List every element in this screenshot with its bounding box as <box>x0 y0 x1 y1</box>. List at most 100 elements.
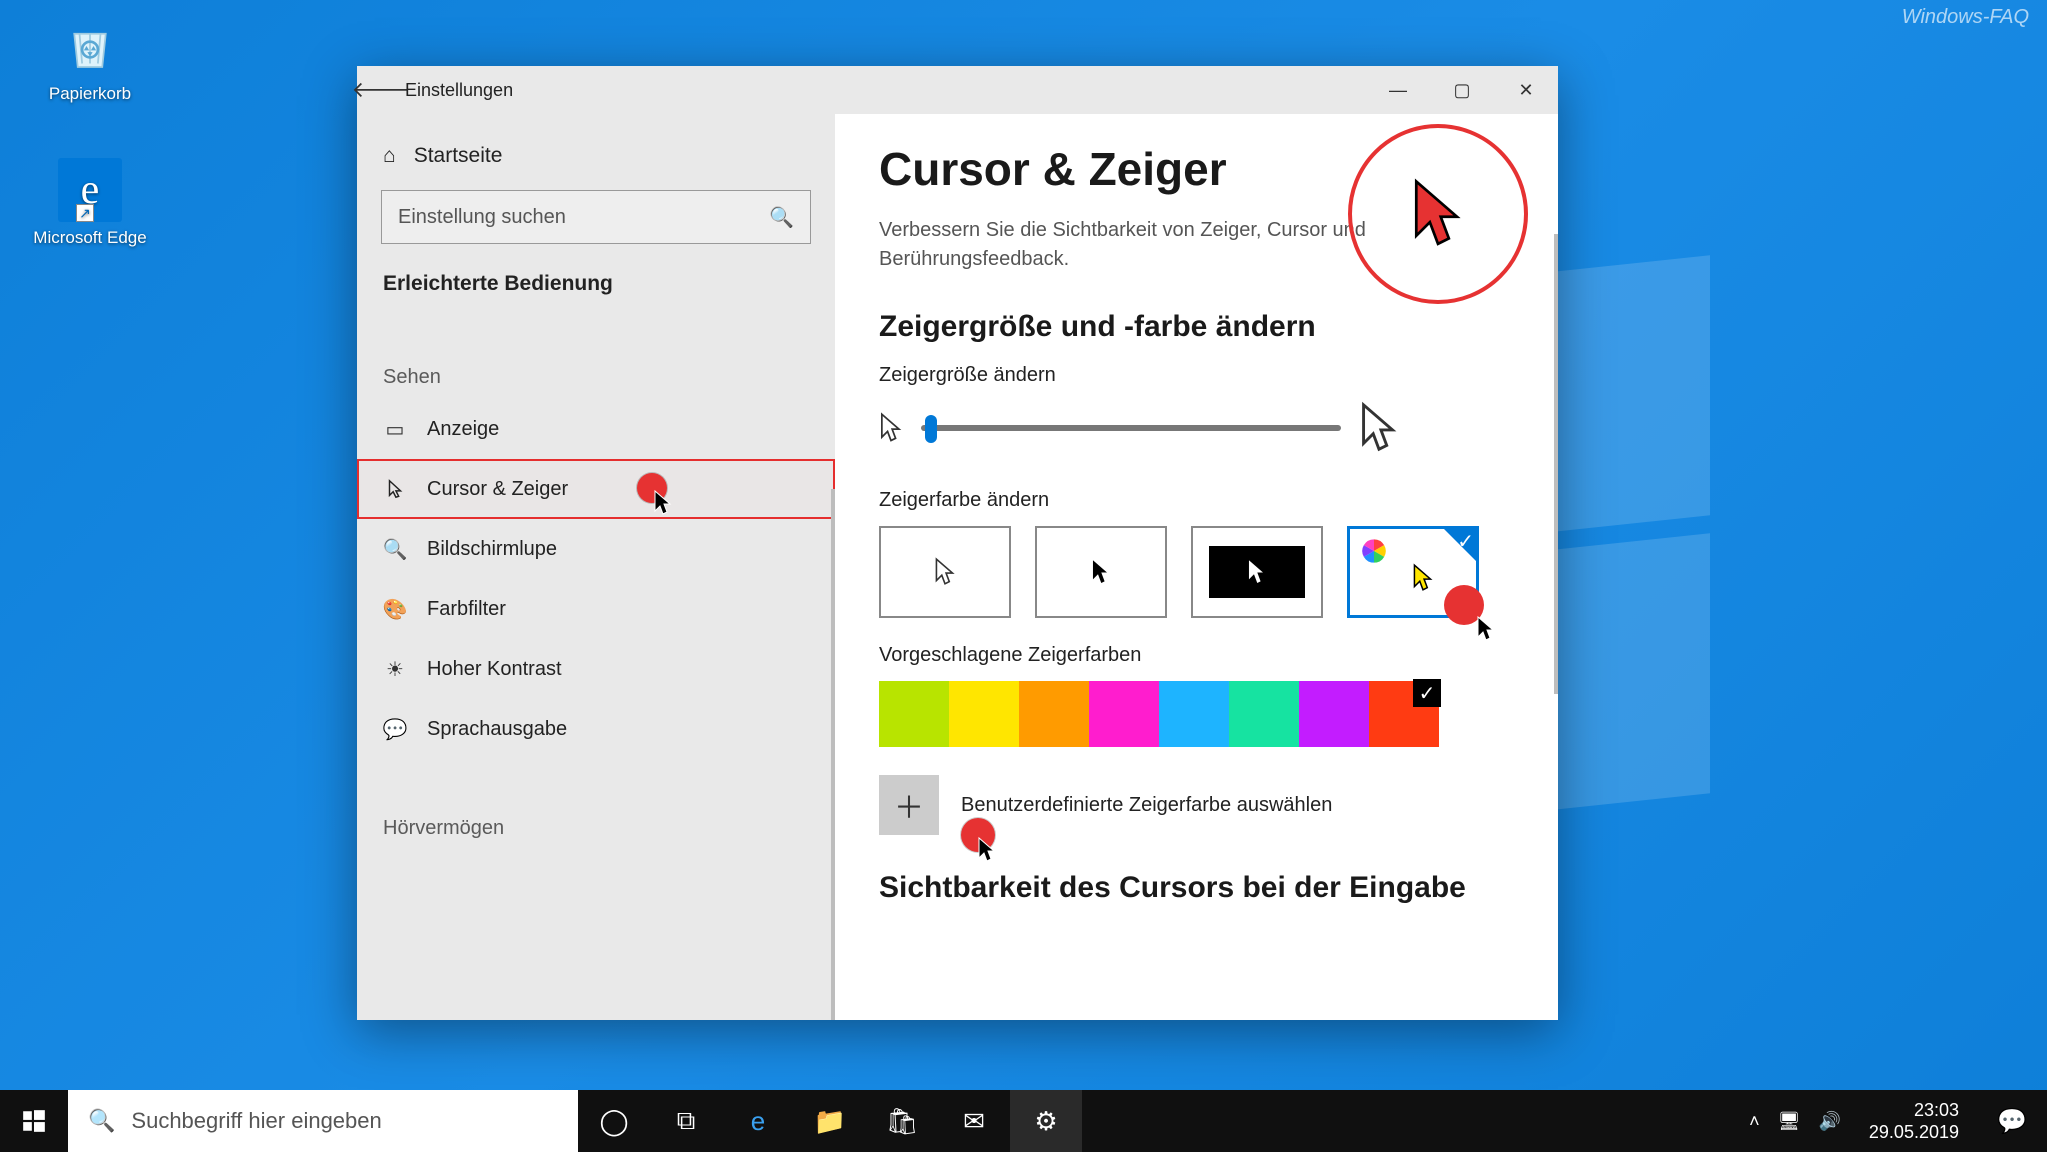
taskbar-search-placeholder: Suchbegriff hier eingeben <box>131 1108 381 1134</box>
settings-sidebar: ⌂ Startseite Einstellung suchen 🔍 Erleic… <box>357 114 835 1020</box>
nav-label: Bildschirmlupe <box>427 538 557 561</box>
desktop-icon-label: Papierkorb <box>30 84 150 104</box>
color-swatch[interactable] <box>1229 681 1299 747</box>
suggested-color-swatches <box>879 681 1514 747</box>
sidebar-item-display[interactable]: ▭ Anzeige <box>357 399 835 459</box>
desktop-icon-recycle-bin[interactable]: Papierkorb <box>30 14 150 104</box>
nav-label: Cursor & Zeiger <box>427 478 568 501</box>
color-wheel-icon <box>1360 537 1388 570</box>
pointer-size-slider-row <box>879 401 1514 455</box>
sidebar-item-cursor-pointer[interactable]: Cursor & Zeiger <box>357 459 835 519</box>
custom-color-row: ＋ Benutzerdefinierte Zeigerfarbe auswähl… <box>879 775 1514 835</box>
search-icon: 🔍 <box>88 1108 115 1134</box>
close-button[interactable]: ✕ <box>1494 66 1558 114</box>
taskbar-edge[interactable]: e <box>722 1090 794 1152</box>
color-swatch[interactable] <box>879 681 949 747</box>
tray-network-icon[interactable]: 🖥 <box>1778 1111 1801 1132</box>
window-title: Einstellungen <box>405 80 513 101</box>
sidebar-item-color-filters[interactable]: 🎨 Farbfilter <box>357 579 835 639</box>
taskbar-pinned-apps: ◯ ⧉ e 📁 🛍 ✉ ⚙ <box>578 1090 1082 1152</box>
taskbar-mail[interactable]: ✉ <box>938 1090 1010 1152</box>
color-swatch[interactable] <box>1159 681 1229 747</box>
page-description: Verbessern Sie die Sichtbarkeit von Zeig… <box>879 216 1399 274</box>
minimize-button[interactable]: — <box>1366 66 1430 114</box>
recycle-bin-icon <box>58 14 122 78</box>
section-cursor-visibility: Sichtbarkeit des Cursors bei der Eingabe <box>879 871 1514 905</box>
shortcut-overlay-icon: ↗ <box>76 204 94 222</box>
nav-label: Farbfilter <box>427 598 506 621</box>
back-button[interactable]: 🡐 <box>357 66 405 114</box>
color-swatch[interactable] <box>1299 681 1369 747</box>
color-swatch[interactable] <box>1369 681 1439 747</box>
sidebar-group-hearing: Hörvermögen <box>357 799 835 850</box>
clock-date: 29.05.2019 <box>1869 1121 1959 1144</box>
taskbar: 🔍 Suchbegriff hier eingeben ◯ ⧉ e 📁 🛍 ✉ … <box>0 1090 2047 1152</box>
sidebar-home-label: Startseite <box>414 144 503 168</box>
settings-window: 🡐 Einstellungen — ▢ ✕ ⌂ Startseite Einst… <box>357 66 1558 1020</box>
taskbar-clock[interactable]: 23:03 29.05.2019 <box>1859 1099 1969 1144</box>
home-icon: ⌂ <box>383 144 396 168</box>
sidebar-nav-list: ▭ Anzeige Cursor & Zeiger 🔍 Bildschirmlu… <box>357 399 835 759</box>
start-button[interactable] <box>0 1090 68 1152</box>
pointer-color-inverted[interactable] <box>1191 526 1323 618</box>
pointer-small-icon <box>879 412 903 444</box>
custom-color-label: Benutzerdefinierte Zeigerfarbe auswählen <box>961 794 1332 816</box>
sidebar-group-vision: Sehen <box>357 348 835 399</box>
clock-time: 23:03 <box>1869 1099 1959 1122</box>
pointer-color-options: ✓ <box>879 526 1514 618</box>
maximize-button[interactable]: ▢ <box>1430 66 1494 114</box>
color-swatch[interactable] <box>1019 681 1089 747</box>
pointer-color-custom[interactable]: ✓ <box>1347 526 1479 618</box>
taskbar-settings[interactable]: ⚙ <box>1010 1090 1082 1152</box>
taskbar-search[interactable]: 🔍 Suchbegriff hier eingeben <box>68 1090 578 1152</box>
section-size-color: Zeigergröße und -farbe ändern <box>879 310 1514 344</box>
pointer-large-icon <box>1359 401 1399 455</box>
annotation-big-pointer <box>1348 124 1528 304</box>
nav-label: Anzeige <box>427 418 499 441</box>
pointer-color-label: Zeigerfarbe ändern <box>879 489 1514 512</box>
custom-color-button[interactable]: ＋ <box>879 775 939 835</box>
sidebar-search-input[interactable]: Einstellung suchen 🔍 <box>381 190 811 244</box>
desktop-icon-edge[interactable]: ↗ Microsoft Edge <box>30 158 150 248</box>
annotation-cursor-icon <box>653 489 673 517</box>
suggested-colors-label: Vorgeschlagene Zeigerfarben <box>879 644 1514 667</box>
sidebar-item-high-contrast[interactable]: ☀ Hoher Kontrast <box>357 639 835 699</box>
tray-volume-icon[interactable]: 🔊 <box>1818 1111 1840 1132</box>
content-scrollbar[interactable] <box>1554 234 1558 694</box>
annotation-cursor-icon <box>977 836 997 864</box>
taskbar-store[interactable]: 🛍 <box>866 1090 938 1152</box>
tray-overflow-icon[interactable]: ˄ <box>1749 1111 1760 1132</box>
sidebar-home[interactable]: ⌂ Startseite <box>357 114 835 190</box>
action-center-button[interactable]: 💬 <box>1987 1107 2037 1136</box>
sidebar-item-magnifier[interactable]: 🔍 Bildschirmlupe <box>357 519 835 579</box>
pointer-size-slider[interactable] <box>921 425 1341 431</box>
nav-label: Hoher Kontrast <box>427 658 562 681</box>
annotation-cursor-icon <box>1476 615 1496 643</box>
pointer-color-black[interactable] <box>1035 526 1167 618</box>
window-titlebar: 🡐 Einstellungen — ▢ ✕ <box>357 66 1558 114</box>
sidebar-item-narrator[interactable]: 💬 Sprachausgabe <box>357 699 835 759</box>
narrator-icon: 💬 <box>383 717 407 741</box>
task-view-button[interactable]: ◯ <box>578 1090 650 1152</box>
cursor-icon <box>383 477 407 501</box>
timeline-button[interactable]: ⧉ <box>650 1090 722 1152</box>
desktop-icon-label: Microsoft Edge <box>30 228 150 248</box>
watermark-text: Windows-FAQ <box>1902 6 2029 29</box>
search-icon: 🔍 <box>769 205 794 230</box>
check-icon: ✓ <box>1457 529 1474 554</box>
display-icon: ▭ <box>383 417 407 441</box>
slider-thumb[interactable] <box>925 415 937 443</box>
contrast-icon: ☀ <box>383 657 407 681</box>
nav-label: Sprachausgabe <box>427 718 567 741</box>
edge-icon: ↗ <box>58 158 122 222</box>
settings-content: Cursor & Zeiger Verbessern Sie die Sicht… <box>835 114 1558 1020</box>
pointer-color-white[interactable] <box>879 526 1011 618</box>
color-swatch[interactable] <box>1089 681 1159 747</box>
sidebar-category-label: Erleichterte Bedienung <box>357 266 835 322</box>
taskbar-file-explorer[interactable]: 📁 <box>794 1090 866 1152</box>
search-placeholder: Einstellung suchen <box>398 206 769 229</box>
palette-icon: 🎨 <box>383 597 407 621</box>
magnifier-icon: 🔍 <box>383 537 407 561</box>
color-swatch[interactable] <box>949 681 1019 747</box>
system-tray: ˄ 🖥 🔊 23:03 29.05.2019 💬 <box>1749 1090 2047 1152</box>
